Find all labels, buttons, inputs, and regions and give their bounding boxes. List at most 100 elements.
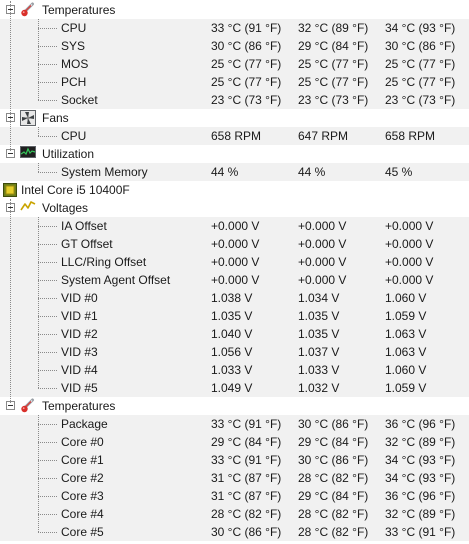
sensor-tree[interactable]: Temperatures CPU 33 °C (91 °F) 32 °C (89 °F… — [0, 0, 469, 544]
tree-branch — [38, 478, 57, 479]
max-value: 32 °C (89 °F) — [385, 507, 456, 521]
min-value: 1.034 V — [298, 291, 340, 305]
sensor-row[interactable]: VID #0 1.038 V 1.034 V 1.060 V — [0, 289, 469, 307]
sensor-row[interactable]: VID #3 1.056 V 1.037 V 1.063 V — [0, 343, 469, 361]
min-value: +0.000 V — [298, 219, 347, 233]
min-value: 30 °C (86 °F) — [298, 417, 369, 431]
tree-branch — [38, 100, 57, 101]
tree-branch — [38, 496, 57, 497]
sensor-name: Core #4 — [61, 507, 104, 521]
min-value: 32 °C (89 °F) — [298, 21, 369, 35]
max-value: 32 °C (89 °F) — [385, 435, 456, 449]
max-value: 34 °C (93 °F) — [385, 21, 456, 35]
sensor-name: Package — [61, 417, 108, 431]
sensor-row[interactable]: MOS 25 °C (77 °F) 25 °C (77 °F) 25 °C (77 °… — [0, 55, 469, 73]
max-value: 36 °C (96 °F) — [385, 417, 456, 431]
sensor-row[interactable]: IA Offset +0.000 V +0.000 V +0.000 V — [0, 217, 469, 235]
tree-connector — [10, 1, 11, 151]
min-value: 647 RPM — [298, 129, 349, 143]
sensor-row[interactable]: VID #1 1.035 V 1.035 V 1.059 V — [0, 307, 469, 325]
tree-branch — [38, 226, 57, 227]
cpu-chip-icon — [3, 183, 17, 200]
sensor-name: Core #2 — [61, 471, 104, 485]
tree-connector — [10, 199, 11, 403]
max-value: 1.063 V — [385, 327, 427, 341]
min-value: 1.033 V — [298, 363, 340, 377]
sensor-row[interactable]: SYS 30 °C (86 °F) 29 °C (84 °F) 30 °C (86 °… — [0, 37, 469, 55]
min-value: +0.000 V — [298, 255, 347, 269]
max-value: +0.000 V — [385, 255, 434, 269]
sensor-row[interactable]: System Memory 44 % 44 % 45 % — [0, 163, 469, 181]
current-value: 1.056 V — [211, 345, 253, 359]
group-voltages[interactable]: Voltages — [0, 199, 469, 217]
sensor-row[interactable]: CPU 33 °C (91 °F) 32 °C (89 °F) 34 °C (93 °… — [0, 19, 469, 37]
current-value: 30 °C (86 °F) — [211, 39, 282, 53]
min-value: 44 % — [298, 165, 326, 179]
tree-branch — [38, 298, 57, 299]
group-fans[interactable]: Fans — [0, 109, 469, 127]
group-temperatures[interactable]: Temperatures — [0, 397, 469, 415]
tree-branch — [38, 460, 57, 461]
sensor-row[interactable]: Core #1 33 °C (91 °F) 30 °C (86 °F) 34 °C (… — [0, 451, 469, 469]
current-value: 1.038 V — [211, 291, 253, 305]
current-value: +0.000 V — [211, 255, 260, 269]
current-value: 44 % — [211, 165, 239, 179]
min-value: 1.035 V — [298, 309, 340, 323]
sensor-row[interactable]: Core #0 29 °C (84 °F) 29 °C (84 °F) 32 °C (… — [0, 433, 469, 451]
current-value: 658 RPM — [211, 129, 262, 143]
current-value: 1.033 V — [211, 363, 253, 377]
sensor-name: VID #4 — [61, 363, 98, 377]
min-value: 25 °C (77 °F) — [298, 57, 369, 71]
group-temperatures[interactable]: Temperatures — [0, 1, 469, 19]
current-value: 33 °C (91 °F) — [211, 21, 282, 35]
sensor-row[interactable]: GT Offset +0.000 V +0.000 V +0.000 V — [0, 235, 469, 253]
sensor-row[interactable]: Socket 23 °C (73 °F) 23 °C (73 °F) 23 °C (7… — [0, 91, 469, 109]
current-value: 25 °C (77 °F) — [211, 57, 282, 71]
device-name: Intel Core i5 10400F — [21, 183, 130, 197]
max-value: 1.060 V — [385, 363, 427, 377]
current-value: +0.000 V — [211, 273, 260, 287]
max-value: 34 °C (93 °F) — [385, 453, 456, 467]
sensor-row[interactable]: Package 33 °C (91 °F) 30 °C (86 °F) 36 °C (… — [0, 415, 469, 433]
sensor-row[interactable]: LLC/Ring Offset +0.000 V +0.000 V +0.000 V — [0, 253, 469, 271]
sensor-row[interactable]: Core #4 28 °C (82 °F) 28 °C (82 °F) 32 °C (… — [0, 505, 469, 523]
sensor-name: VID #5 — [61, 381, 98, 395]
sensor-name: GT Offset — [61, 237, 113, 251]
sensor-row[interactable]: PCH 25 °C (77 °F) 25 °C (77 °F) 25 °C (77 °… — [0, 73, 469, 91]
tree-branch — [38, 316, 57, 317]
tree-connector — [38, 415, 39, 532]
tree-branch — [38, 262, 57, 263]
sensor-row[interactable]: VID #5 1.049 V 1.032 V 1.059 V — [0, 379, 469, 397]
sensor-row[interactable]: CPU 658 RPM 647 RPM 658 RPM — [0, 127, 469, 145]
group-label: Temperatures — [42, 399, 116, 413]
sensor-name: VID #0 — [61, 291, 98, 305]
max-value: 25 °C (77 °F) — [385, 57, 456, 71]
tree-branch — [38, 64, 57, 65]
sensor-row[interactable]: System Agent Offset +0.000 V +0.000 V +0.00… — [0, 271, 469, 289]
sensor-name: PCH — [61, 75, 87, 89]
group-label: Fans — [42, 111, 69, 125]
tree-branch — [38, 442, 57, 443]
sensor-row[interactable]: Core #3 31 °C (87 °F) 29 °C (84 °F) 36 °C (… — [0, 487, 469, 505]
min-value: 30 °C (86 °F) — [298, 453, 369, 467]
group-label: Utilization — [42, 147, 95, 161]
device-row[interactable]: Intel Core i5 10400F — [0, 181, 469, 199]
min-value: +0.000 V — [298, 273, 347, 287]
min-value: 29 °C (84 °F) — [298, 39, 369, 53]
utilization-icon — [20, 146, 36, 161]
current-value: 33 °C (91 °F) — [211, 417, 282, 431]
voltage-icon — [20, 200, 36, 215]
sensor-name: LLC/Ring Offset — [61, 255, 147, 269]
group-utilization[interactable]: Utilization — [0, 145, 469, 163]
max-value: 1.063 V — [385, 345, 427, 359]
sensor-row[interactable]: VID #4 1.033 V 1.033 V 1.060 V — [0, 361, 469, 379]
max-value: +0.000 V — [385, 237, 434, 251]
sensor-row[interactable]: VID #2 1.040 V 1.035 V 1.063 V — [0, 325, 469, 343]
max-value: 30 °C (86 °F) — [385, 39, 456, 53]
sensor-row[interactable]: Core #5 30 °C (86 °F) 28 °C (82 °F) 33 °C (… — [0, 523, 469, 541]
current-value: 25 °C (77 °F) — [211, 75, 282, 89]
sensor-row[interactable]: Core #2 31 °C (87 °F) 28 °C (82 °F) 34 °C (… — [0, 469, 469, 487]
current-value: +0.000 V — [211, 237, 260, 251]
max-value: 658 RPM — [385, 129, 436, 143]
current-value: 1.049 V — [211, 381, 253, 395]
